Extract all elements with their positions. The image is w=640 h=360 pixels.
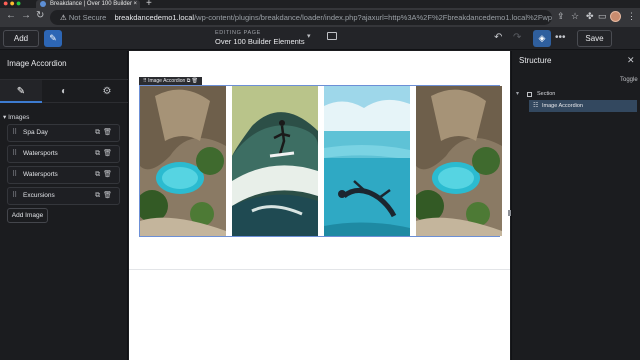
editing-page-selector[interactable]: EDITING PAGE Over 100 Builder Elements [215,30,305,46]
sidebar-icon[interactable]: ▭ [598,11,607,22]
section-icon [527,92,532,97]
images-section-label: Images [8,114,30,121]
section-divider [129,269,510,270]
list-item[interactable]: ⠿ Excursions ⧉🗑 [7,187,120,205]
chevron-down-icon[interactable]: ▾ [307,32,311,40]
layers-button[interactable]: ◈ [533,30,551,47]
item-actions: ⧉🗑 [95,146,115,162]
redo-icon[interactable]: ↷ [513,32,521,43]
trash-icon[interactable]: 🗑 [103,171,115,178]
accordion-image-watersports-2[interactable] [324,86,410,236]
item-actions: ⧉🗑 [95,188,115,204]
trash-icon[interactable]: 🗑 [103,192,115,199]
browser-tab[interactable]: Breakdance | Over 100 Builder × [36,0,140,8]
copy-icon[interactable]: ⧉ [95,150,103,157]
image-item-label: Watersports [23,171,58,178]
not-secure-label: Not Secure [68,13,107,22]
share-icon[interactable]: ⇪ [557,11,565,22]
chevron-down-icon[interactable]: ▾ [516,89,519,100]
structure-title: Structure [519,56,552,65]
images-section-title[interactable]: ▾ Images [3,113,29,121]
browser-tab-bar: ●●● Breakdance | Over 100 Builder × + [0,0,640,9]
surfer-wave-image [232,86,318,236]
back-icon[interactable]: ← [6,10,16,21]
wordpress-icon [40,1,46,7]
element-label[interactable]: ⠿ Image Accordion ⧉ 🗑 [139,77,203,85]
url-field[interactable]: ⚠ Not Secure breakdancedemo1.local/wp-co… [50,10,552,25]
profile-avatar[interactable] [610,11,621,22]
structure-panel: Structure ✕ Toggle ▾ Section ☷ Image Acc… [511,51,640,360]
item-actions: ⧉🗑 [95,125,115,141]
accordion-image-spa-day[interactable] [140,86,226,236]
toggle-button[interactable]: Toggle [620,77,638,83]
add-button[interactable]: Add [3,30,39,47]
resort-pool-image [416,86,502,236]
panel-title: Image Accordion [7,59,67,68]
element-label-text: Image Accordion [148,78,186,84]
tree-item-image-accordion[interactable]: ☷ Image Accordion [529,100,637,112]
palette-icon: ◐ [60,86,68,97]
images-list: ⠿ Spa Day ⧉🗑 ⠿ Watersports ⧉🗑 ⠿ Waterspo… [7,124,120,208]
accordion-image-watersports-1[interactable] [232,86,318,236]
properties-tabs: ✎ ◐ ⚙ [0,79,128,103]
list-item[interactable]: ⠿ Spa Day ⧉🗑 [7,124,120,142]
gear-icon: ⚙ [102,86,112,97]
image-accordion[interactable] [139,85,502,237]
tab-title: Breakdance | Over 100 Builder [50,1,132,7]
trash-icon[interactable]: 🗑 [103,129,115,136]
add-image-button[interactable]: Add Image [7,208,48,223]
warning-icon: ⚠ [60,13,69,22]
browser-menu-icon[interactable]: ⋮ [627,11,636,22]
editing-page-value: Over 100 Builder Elements [215,37,305,46]
window-controls[interactable]: ●●● [3,0,22,8]
pencil-icon: ✎ [49,33,57,43]
builder-topbar: Add ✎ EDITING PAGE Over 100 Builder Elem… [0,27,640,50]
item-actions: ⧉🗑 [95,167,115,183]
list-item[interactable]: ⠿ Watersports ⧉🗑 [7,166,120,184]
trash-icon[interactable]: 🗑 [103,150,115,157]
editing-page-label: EDITING PAGE [215,30,261,36]
bookmark-star-icon[interactable]: ☆ [571,11,579,22]
image-item-label: Excursions [23,192,55,199]
copy-icon[interactable]: ⧉ [95,129,103,136]
edit-mode-button[interactable]: ✎ [44,30,62,47]
save-button[interactable]: Save [577,30,612,47]
tree-item-label: Section [537,91,556,97]
extensions-icon[interactable]: ✤ [586,11,594,22]
drag-handle-icon[interactable]: ⠿ [12,188,17,204]
address-bar-row: ← → ↻ ⚠ Not Secure breakdancedemo1.local… [0,8,640,27]
underwater-swimmer-image [324,86,410,236]
image-item-label: Watersports [23,150,58,157]
drag-handle-icon[interactable]: ⠿ [12,146,17,162]
more-options-icon[interactable]: ••• [555,32,566,43]
tab-style[interactable]: ◐ [43,80,85,103]
url-path: /wp-content/plugins/breakdance/loader/in… [194,13,552,22]
copy-icon[interactable]: ⧉ [95,192,103,199]
close-tab-icon[interactable]: × [133,0,137,8]
forward-icon[interactable]: → [21,10,31,21]
url-host: breakdancedemo1.local [114,13,195,22]
pencil-icon: ✎ [16,86,26,97]
resort-pool-image [140,86,226,236]
undo-icon[interactable]: ↶ [494,32,502,43]
accordion-image-excursions[interactable] [416,86,502,236]
tree-item-label: Image Accordion [542,103,583,109]
drag-handle-icon[interactable]: ⠿ [12,125,17,141]
drag-handle-icon[interactable]: ⠿ [12,167,17,183]
list-item[interactable]: ⠿ Watersports ⧉🗑 [7,145,120,163]
image-item-label: Spa Day [23,129,48,136]
tree-item-section[interactable]: ▾ Section [514,89,640,100]
desktop-device-icon[interactable] [327,32,337,40]
copy-icon[interactable]: ⧉ [95,171,103,178]
accordion-icon: ☷ [533,103,539,109]
properties-panel: Image Accordion ⧉ 🗑 ✎ ◐ ⚙ ▾ Images ⠿ Spa… [0,51,128,360]
reload-icon[interactable]: ↻ [36,10,44,21]
close-icon[interactable]: ✕ [627,55,635,66]
tab-content[interactable]: ✎ [0,80,42,103]
builder-canvas: ⠿ Image Accordion ⧉ 🗑 [129,51,510,360]
layers-icon: ◈ [538,33,546,43]
tab-settings[interactable]: ⚙ [86,80,128,103]
